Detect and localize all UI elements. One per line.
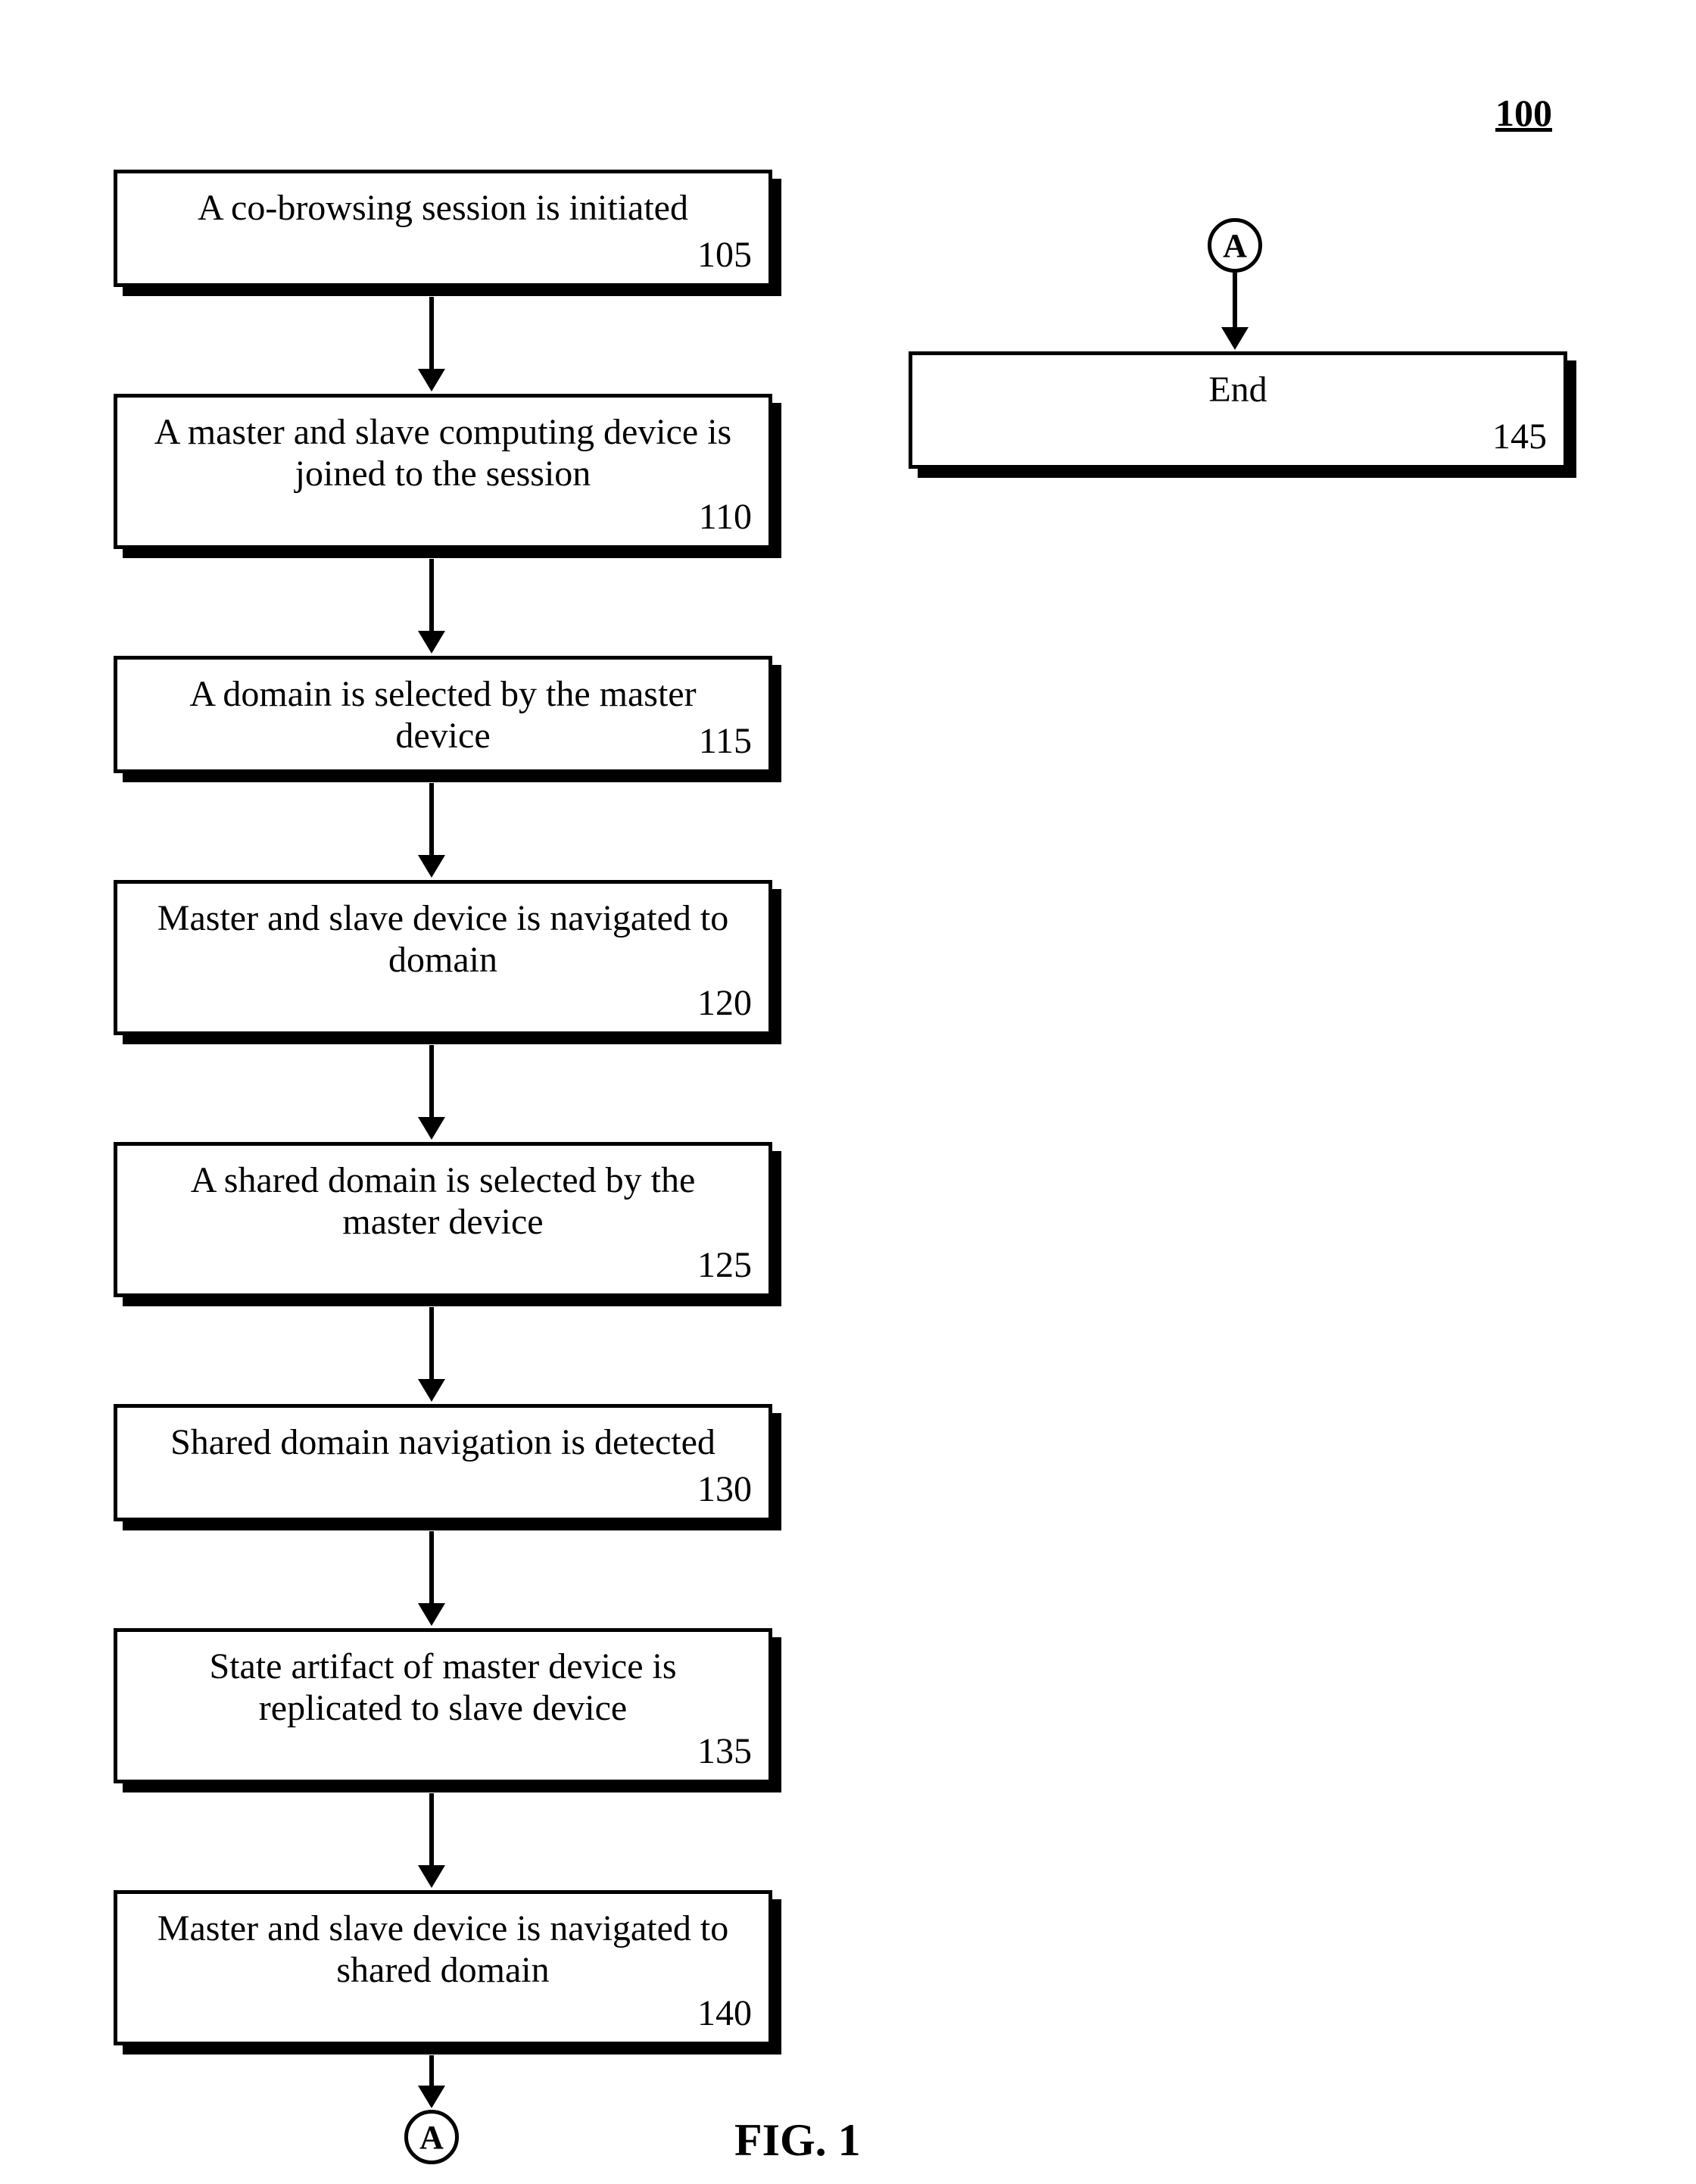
- process-step-number: 130: [697, 1468, 752, 1510]
- process-text: A domain is selected by the master devic…: [117, 660, 768, 757]
- process-step-number: 135: [697, 1730, 752, 1772]
- process-text: A co-browsing session is initiated: [117, 173, 768, 229]
- process-step-145-end: End 145: [909, 351, 1567, 469]
- process-text: Master and slave device is navigated to …: [117, 884, 768, 981]
- process-step-140: Master and slave device is navigated to …: [114, 1890, 772, 2045]
- process-step-120: Master and slave device is navigated to …: [114, 880, 772, 1035]
- process-step-number: 115: [699, 720, 752, 762]
- process-step-135: State artifact of master device is repli…: [114, 1628, 772, 1783]
- figure-number: 100: [1495, 91, 1552, 135]
- process-step-130: Shared domain navigation is detected 130: [114, 1404, 772, 1521]
- process-step-110: A master and slave computing device is j…: [114, 394, 772, 549]
- process-step-number: 120: [697, 982, 752, 1024]
- process-step-125: A shared domain is selected by the maste…: [114, 1142, 772, 1297]
- process-step-number: 125: [697, 1244, 752, 1286]
- process-text: A master and slave computing device is j…: [117, 398, 768, 495]
- process-text: A shared domain is selected by the maste…: [117, 1146, 768, 1243]
- process-step-number: 110: [699, 496, 752, 538]
- off-page-connector-a-in: A: [1208, 218, 1262, 273]
- process-step-number: 145: [1492, 416, 1547, 457]
- process-step-105: A co-browsing session is initiated 105: [114, 170, 772, 287]
- process-step-115: A domain is selected by the master devic…: [114, 656, 772, 773]
- off-page-connector-a-out: A: [404, 2110, 459, 2164]
- process-step-number: 140: [697, 1992, 752, 2034]
- process-text: State artifact of master device is repli…: [117, 1632, 768, 1729]
- figure-caption: FIG. 1: [734, 2114, 861, 2167]
- process-text: Master and slave device is navigated to …: [117, 1894, 768, 1991]
- process-step-number: 105: [697, 234, 752, 276]
- process-text: End: [912, 355, 1564, 410]
- process-text: Shared domain navigation is detected: [117, 1408, 768, 1463]
